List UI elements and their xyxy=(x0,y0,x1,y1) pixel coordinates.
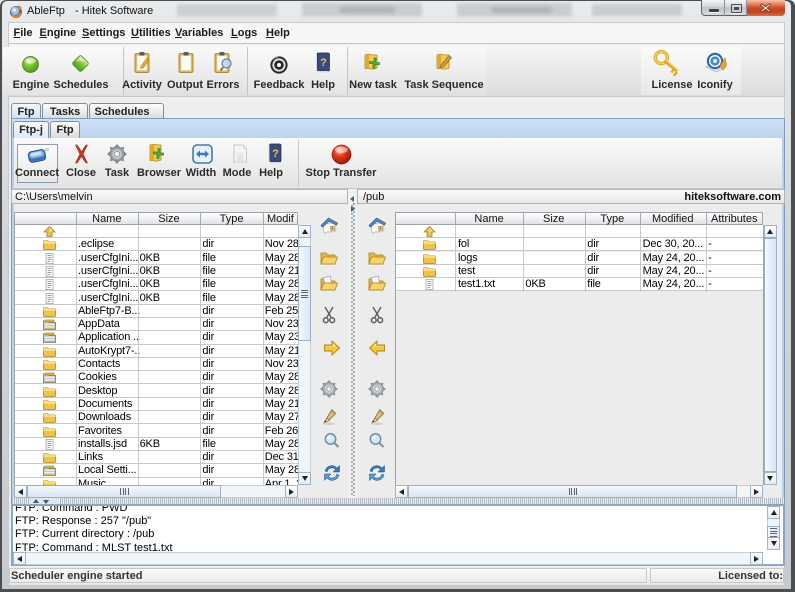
svg-text:?: ? xyxy=(272,148,279,160)
svg-text:?: ? xyxy=(320,57,327,69)
